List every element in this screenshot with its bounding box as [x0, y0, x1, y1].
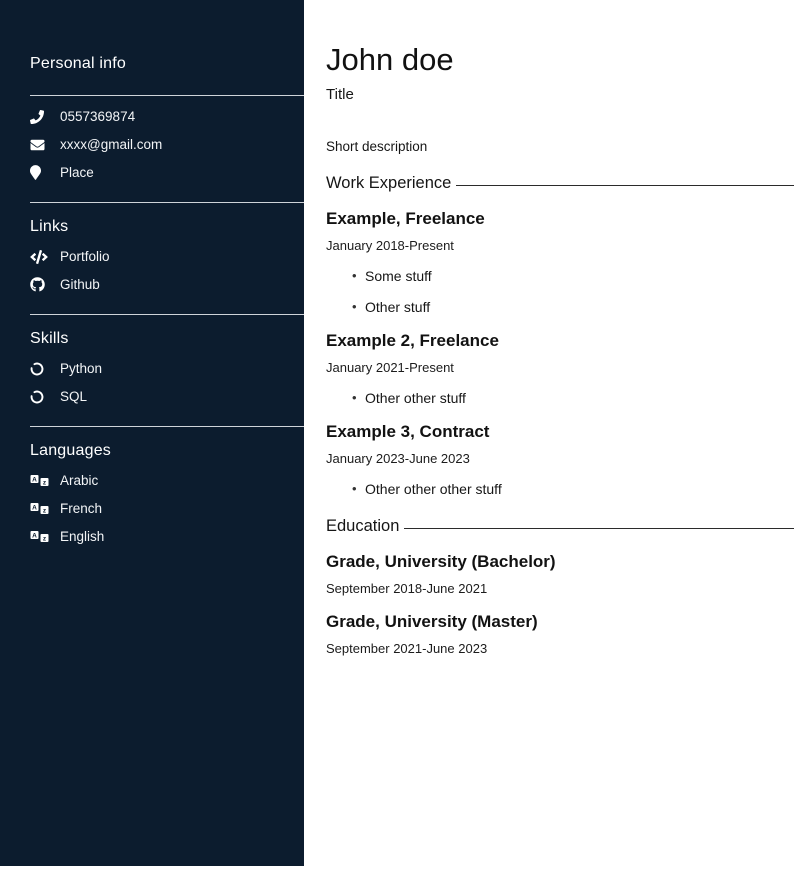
entry-title: Grade, University (Master)	[326, 612, 794, 632]
sidebar-item-arabic: Az Arabic	[30, 473, 304, 488]
entry-bullet-list: Other other stuff	[326, 390, 794, 406]
circle-notch-icon	[30, 362, 49, 376]
sidebar-heading-links: Links	[30, 218, 304, 236]
sidebar-item-sql: SQL	[30, 389, 304, 404]
person-description: Short description	[326, 139, 794, 154]
circle-notch-icon	[30, 390, 49, 404]
map-marker-icon	[30, 165, 49, 180]
sidebar-section-personal-info: Personal info 0557369874 xxxx@gmail.com Pla…	[30, 55, 304, 180]
section-heading-work-experience: Work Experience	[326, 174, 794, 193]
sidebar-item-xxxx-gmail-com: xxxx@gmail.com	[30, 137, 304, 152]
entry-bullet-list: Other other other stuff	[326, 481, 794, 497]
sidebar: Personal info 0557369874 xxxx@gmail.com Pla…	[0, 0, 304, 866]
section-work-experience: Work Experience Example, Freelance January…	[326, 174, 794, 497]
envelope-icon	[30, 138, 49, 152]
language-icon: Az	[30, 474, 49, 487]
language-icon: Az	[30, 502, 49, 515]
sidebar-item-label: English	[60, 529, 104, 544]
svg-text:A: A	[32, 533, 37, 540]
entry-title: Grade, University (Bachelor)	[326, 552, 794, 572]
sidebar-item-label: Place	[60, 165, 94, 180]
sidebar-section-languages: Languages Az Arabic Az French Az English	[30, 426, 304, 544]
entry-date: January 2018-Present	[326, 238, 794, 253]
section-heading-education: Education	[326, 517, 794, 536]
sidebar-item-place: Place	[30, 165, 304, 180]
entry-title: Example 2, Freelance	[326, 331, 794, 351]
entry-bullet: Other stuff	[352, 299, 794, 315]
entry-bullet: Some stuff	[352, 268, 794, 284]
sidebar-heading-personal-info: Personal info	[30, 55, 304, 73]
phone-icon	[30, 110, 49, 124]
entry-date: January 2023-June 2023	[326, 451, 794, 466]
section-education: Education Grade, University (Bachelor) Sep…	[326, 517, 794, 656]
sidebar-item-label: Python	[60, 361, 102, 376]
code-icon	[30, 250, 49, 264]
svg-text:A: A	[32, 505, 37, 512]
sidebar-heading-languages: Languages	[30, 442, 304, 460]
sidebar-item-github[interactable]: Github	[30, 277, 304, 292]
sidebar-heading-skills: Skills	[30, 330, 304, 348]
sidebar-item-french: Az French	[30, 501, 304, 516]
entry-title: Example, Freelance	[326, 209, 794, 229]
person-title: Title	[326, 86, 794, 103]
sidebar-section-skills: Skills Python SQL	[30, 314, 304, 404]
entry-bullet-list: Some stuff Other stuff	[326, 268, 794, 315]
main-content: John doe Title Short description Work Ex…	[304, 0, 794, 869]
sidebar-item-label: Portfolio	[60, 249, 110, 264]
sidebar-item-label: Github	[60, 277, 100, 292]
sidebar-item-label: xxxx@gmail.com	[60, 137, 162, 152]
sidebar-divider	[30, 426, 304, 427]
sidebar-item-english: Az English	[30, 529, 304, 544]
sidebar-section-links: Links Portfolio Github	[30, 202, 304, 292]
sidebar-item-label: SQL	[60, 389, 87, 404]
entry-date: September 2018-June 2021	[326, 581, 794, 596]
svg-text:A: A	[32, 477, 37, 484]
sidebar-divider	[30, 95, 304, 96]
entry-date: January 2021-Present	[326, 360, 794, 375]
language-icon: Az	[30, 530, 49, 543]
sidebar-item-label: French	[60, 501, 102, 516]
sidebar-item-label: 0557369874	[60, 109, 135, 124]
entry-bullet: Other other stuff	[352, 390, 794, 406]
entry-bullet: Other other other stuff	[352, 481, 794, 497]
entry-title: Example 3, Contract	[326, 422, 794, 442]
sidebar-item-label: Arabic	[60, 473, 98, 488]
sidebar-divider	[30, 314, 304, 315]
person-name: John doe	[326, 44, 794, 77]
entry-date: September 2021-June 2023	[326, 641, 794, 656]
sidebar-item-python: Python	[30, 361, 304, 376]
github-icon	[30, 277, 49, 292]
sidebar-item-0557369874: 0557369874	[30, 109, 304, 124]
sidebar-divider	[30, 202, 304, 203]
sidebar-item-portfolio[interactable]: Portfolio	[30, 249, 304, 264]
